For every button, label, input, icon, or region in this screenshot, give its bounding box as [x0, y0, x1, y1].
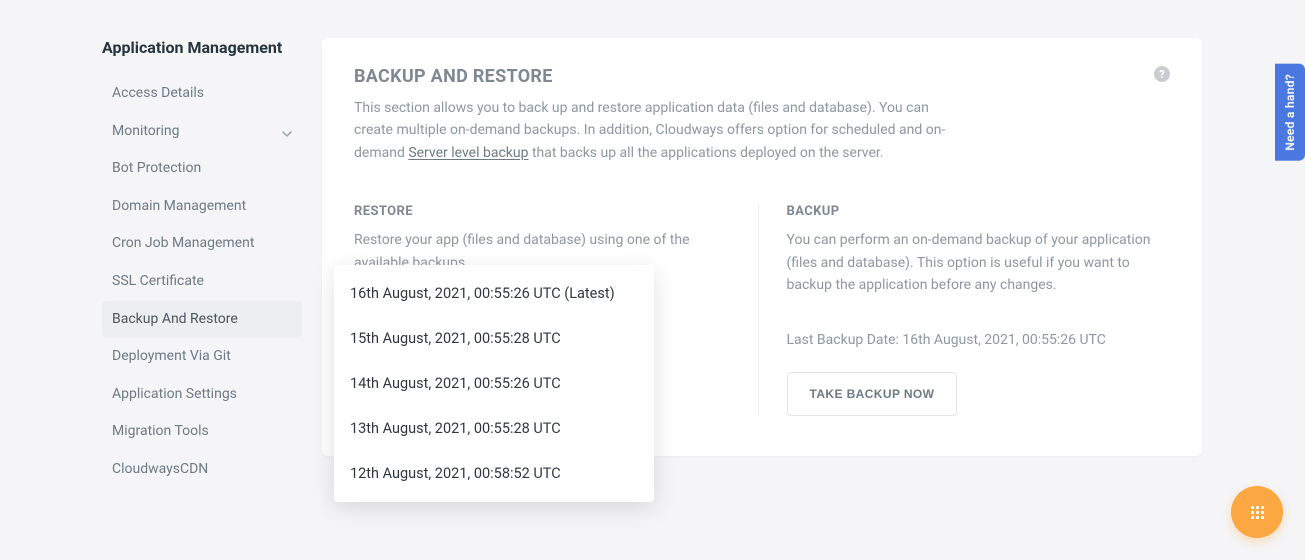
dropdown-option[interactable]: 16th August, 2021, 00:55:26 UTC (Latest) — [334, 271, 654, 316]
sidebar-item-cron-job[interactable]: Cron Job Management — [102, 225, 302, 263]
last-backup-label: Last Backup Date: — [787, 332, 903, 348]
sidebar-item-label: Backup And Restore — [112, 310, 238, 330]
desc-post: that backs up all the applications deplo… — [528, 145, 883, 161]
sidebar-item-domain-management[interactable]: Domain Management — [102, 188, 302, 226]
sidebar-item-monitoring[interactable]: Monitoring — [102, 113, 302, 151]
sidebar-item-cdn[interactable]: CloudwaysCDN — [102, 451, 302, 489]
sidebar-item-deployment-git[interactable]: Deployment Via Git — [102, 338, 302, 376]
sidebar-title: Application Management — [102, 38, 302, 57]
sidebar-item-label: Access Details — [112, 84, 204, 104]
sidebar-item-migration[interactable]: Migration Tools — [102, 413, 302, 451]
sidebar-item-label: Monitoring — [112, 122, 180, 142]
last-backup-value: 16th August, 2021, 00:55:26 UTC — [902, 332, 1105, 348]
last-backup-date: Last Backup Date: 16th August, 2021, 00:… — [787, 332, 1171, 348]
page-description: This section allows you to back up and r… — [354, 97, 954, 164]
chevron-down-icon — [282, 126, 292, 136]
sidebar-item-bot-protection[interactable]: Bot Protection — [102, 150, 302, 188]
page-title: BACKUP AND RESTORE — [354, 66, 1170, 87]
restore-title: RESTORE — [354, 204, 738, 219]
sidebar-item-label: Migration Tools — [112, 422, 209, 442]
take-backup-button[interactable]: TAKE BACKUP NOW — [787, 372, 958, 416]
sidebar-item-label: SSL Certificate — [112, 272, 204, 292]
sidebar-item-ssl[interactable]: SSL Certificate — [102, 263, 302, 301]
sidebar-item-label: CloudwaysCDN — [112, 460, 208, 480]
help-icon[interactable]: ? — [1154, 66, 1170, 82]
backup-section: BACKUP You can perform an on-demand back… — [758, 204, 1171, 416]
dropdown-option[interactable]: 13th August, 2021, 00:55:28 UTC — [334, 406, 654, 451]
sidebar-item-backup-restore[interactable]: Backup And Restore — [102, 301, 302, 339]
dropdown-option[interactable]: 15th August, 2021, 00:55:28 UTC — [334, 316, 654, 361]
dropdown-option[interactable]: 14th August, 2021, 00:55:26 UTC — [334, 361, 654, 406]
restore-backup-dropdown[interactable]: 16th August, 2021, 00:55:26 UTC (Latest)… — [334, 265, 654, 502]
dropdown-option[interactable]: 12th August, 2021, 00:58:52 UTC — [334, 451, 654, 496]
sidebar: Application Management Access Details Mo… — [102, 38, 302, 489]
backup-desc: You can perform an on-demand backup of y… — [787, 229, 1171, 296]
server-level-backup-link[interactable]: Server level backup — [408, 145, 528, 161]
sidebar-item-label: Application Settings — [112, 385, 237, 405]
need-a-hand-tab[interactable]: Need a hand? — [1275, 64, 1305, 161]
grid-icon — [1251, 506, 1264, 519]
sidebar-item-access-details[interactable]: Access Details — [102, 75, 302, 113]
sidebar-item-label: Deployment Via Git — [112, 347, 231, 367]
sidebar-item-label: Bot Protection — [112, 159, 201, 179]
sidebar-item-label: Cron Job Management — [112, 234, 254, 254]
sidebar-list: Access Details Monitoring Bot Protection… — [102, 75, 302, 489]
sidebar-item-app-settings[interactable]: Application Settings — [102, 376, 302, 414]
backup-title: BACKUP — [787, 204, 1171, 219]
sidebar-item-label: Domain Management — [112, 197, 246, 217]
apps-fab-button[interactable] — [1231, 486, 1283, 538]
